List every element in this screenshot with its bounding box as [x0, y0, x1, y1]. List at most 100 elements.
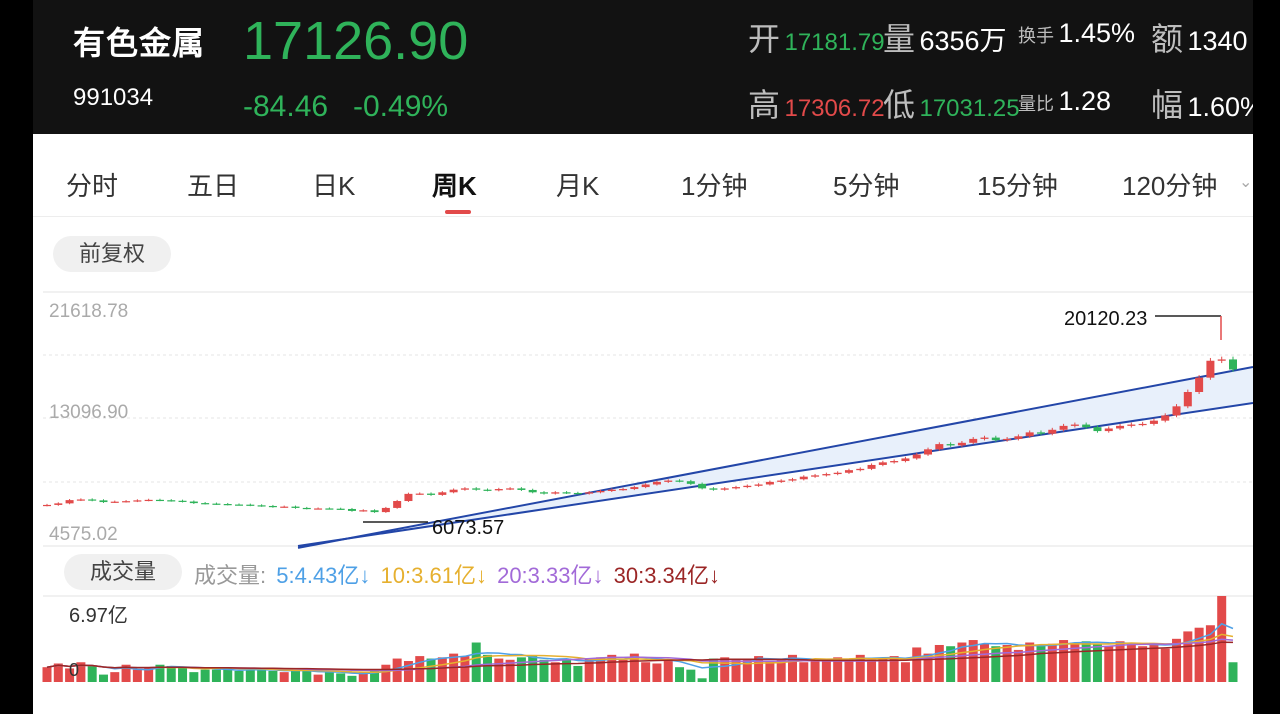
candle-body — [404, 493, 413, 502]
volume-bar — [900, 662, 910, 682]
candle-body — [1229, 359, 1237, 370]
volume-bar — [912, 647, 922, 682]
candle-body — [268, 505, 277, 508]
candle-body — [878, 462, 887, 465]
volume-bar — [878, 658, 888, 682]
volume-bar — [268, 670, 278, 682]
candle-body — [754, 484, 763, 486]
volume-bar — [867, 659, 877, 682]
volume-bar — [324, 672, 334, 682]
candle-body — [867, 464, 876, 469]
volume-bar — [132, 669, 142, 682]
volume-bar — [1228, 662, 1238, 682]
candle-body — [946, 444, 955, 446]
candle-body — [415, 493, 424, 495]
candle-body — [1183, 392, 1192, 407]
volume-bar — [426, 658, 436, 682]
volume-bar — [166, 665, 176, 682]
volume-bar — [98, 674, 108, 682]
candle-body — [1070, 424, 1079, 426]
volume-bar — [189, 672, 199, 682]
volume-bar — [290, 670, 300, 682]
volume-bar — [675, 667, 685, 682]
candle-body — [122, 501, 131, 503]
candle-body — [664, 480, 673, 482]
volume-bar — [844, 658, 854, 682]
volume-bar — [991, 646, 1001, 682]
candle-body — [957, 442, 966, 446]
volume-bar — [810, 659, 820, 682]
volume-bar — [211, 669, 221, 682]
volume-bar — [1002, 644, 1012, 682]
candle-body — [302, 507, 311, 510]
candle-body — [1048, 429, 1057, 434]
candle-body — [856, 468, 865, 471]
candle-body — [698, 483, 707, 489]
candle-body — [99, 500, 108, 503]
candle-body — [76, 499, 85, 501]
candle-body — [1138, 423, 1147, 426]
volume-bar — [573, 665, 583, 682]
stock-chart-app: 有色金属 991034 17126.90 -84.46 -0.49% 开 171… — [33, 0, 1253, 714]
candle-body — [1206, 360, 1215, 378]
candle-body — [257, 505, 266, 507]
candle-body — [607, 489, 616, 491]
volume-bar — [347, 675, 357, 682]
candle-body — [1161, 415, 1170, 421]
candle-body — [517, 488, 526, 490]
candle-body — [1116, 425, 1125, 429]
price-axis-min: 4575.02 — [49, 524, 118, 545]
candle-body — [438, 492, 447, 495]
volume-bar — [87, 665, 97, 682]
candle-body — [539, 492, 548, 494]
candle-body — [427, 493, 436, 495]
volume-bar — [799, 662, 809, 682]
candle-body — [393, 501, 402, 508]
candle-body — [494, 489, 503, 491]
kline-chart[interactable]: 21618.78 13096.90 4575.02 20120.23 6073.57 6.… — [33, 0, 1253, 714]
volume-bar — [200, 669, 210, 682]
candle-body — [890, 461, 899, 463]
candle-body — [223, 504, 232, 506]
volume-bar — [257, 669, 267, 682]
candle-body — [1014, 436, 1023, 439]
candle-body — [675, 480, 684, 482]
volume-bar — [336, 673, 346, 682]
candle-body — [788, 479, 797, 481]
high-annotation: 20120.23 — [1064, 308, 1147, 330]
volume-bar — [1115, 641, 1125, 682]
volume-bar — [110, 672, 120, 682]
candle-body — [528, 489, 537, 493]
candle-body — [562, 492, 571, 494]
volume-bar — [1183, 631, 1193, 682]
candle-body — [1149, 420, 1158, 424]
candle-body — [1059, 425, 1068, 430]
candle-body — [844, 470, 853, 473]
candle-body — [811, 475, 820, 477]
candle-body — [1217, 359, 1226, 361]
candle-body — [585, 492, 594, 494]
volume-bar — [539, 659, 549, 682]
candle-body — [381, 507, 390, 513]
candle-body — [246, 504, 255, 506]
volume-bar — [516, 657, 526, 682]
candle-body — [551, 492, 560, 494]
low-annotation: 6073.57 — [432, 517, 504, 539]
candle-body — [359, 510, 368, 512]
candle-body — [720, 488, 729, 490]
candle-body — [65, 500, 74, 504]
volume-bar — [223, 668, 233, 682]
candle-body — [822, 474, 831, 476]
candle-body — [201, 503, 210, 505]
candle-body — [133, 500, 142, 502]
candle-body — [924, 449, 933, 455]
candle-body — [314, 508, 323, 510]
candle-body — [912, 454, 921, 459]
candle-body — [472, 488, 481, 490]
price-axis-max: 21618.78 — [49, 301, 128, 322]
candle-body — [743, 485, 752, 488]
candle-body — [167, 500, 176, 502]
volume-bar — [934, 644, 944, 682]
volume-bar — [494, 658, 504, 682]
candle-body — [980, 437, 989, 439]
